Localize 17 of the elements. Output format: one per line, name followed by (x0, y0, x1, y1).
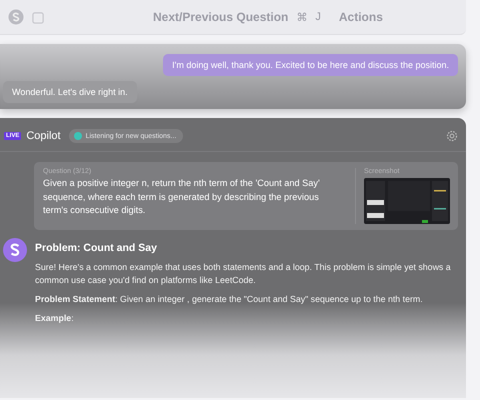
window-icon (32, 10, 45, 24)
answer-paragraph: Problem Statement: Given an integer , generate the "Count and Say" sequence up to the nth term. (35, 293, 424, 306)
answer-paragraph: Sure! Here's a common example that uses both statements and a loop. This problem is simple yet shows a common use case you'd find on platforms like LeetCode. (35, 261, 452, 287)
shortcut-key: J (315, 11, 321, 23)
toolbar-label: Next/Previous Question (153, 10, 288, 24)
screenshot-thumbnail[interactable] (364, 178, 450, 224)
logo-icon (3, 238, 27, 262)
chat-message: Wonderful. Let's dive right in. (3, 81, 137, 103)
actions-label[interactable]: Actions (338, 10, 383, 24)
copilot-title: Copilot (26, 130, 61, 142)
question-text: Given a positive integer n, return the nth term of the 'Count and Say' sequence, where each term is generated by describing the previous term's consecutive digits. (43, 177, 321, 217)
answer-paragraph: Example: (35, 312, 75, 325)
answer-title: Problem: Count and Say (35, 242, 158, 254)
chat-message: I'm doing well, thank you. Excited to be here and discuss the position. (163, 54, 458, 76)
settings-icon[interactable] (446, 130, 458, 142)
shortcut-key: ⌘ (296, 10, 308, 24)
logo-icon (8, 9, 24, 25)
